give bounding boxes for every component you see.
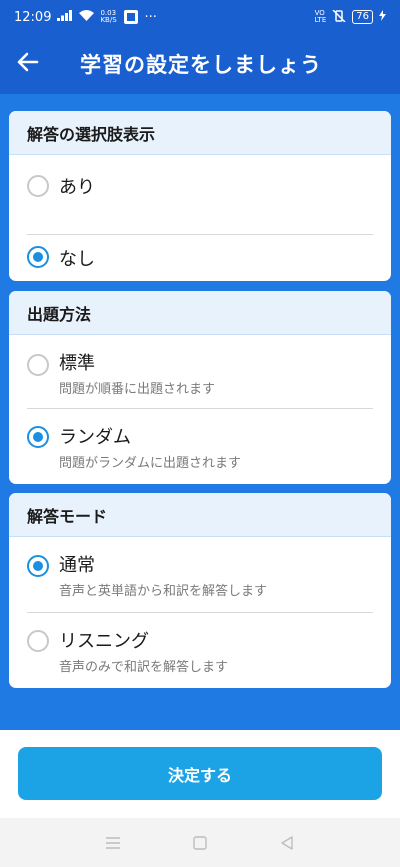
option-label: あり [59, 177, 95, 198]
radio-button-selected[interactable] [27, 426, 49, 448]
option-description: 問題がランダムに出題されます [59, 456, 242, 471]
home-square-icon[interactable] [185, 828, 215, 858]
status-bar: 12:09 0.03 KB/S ··· VO LTE 76 [0, 0, 400, 34]
radio-button[interactable] [27, 354, 49, 376]
question-method-card: 出題方法 標準 問題が順番に出題されます ランダム 問題がランダムに出題されます [9, 291, 391, 484]
menu-icon[interactable] [98, 828, 128, 858]
status-right: VO LTE 76 [314, 8, 386, 25]
option-label: なし [59, 249, 95, 270]
answer-mode-card: 解答モード 通常 音声と英単語から和訳を解答します リスニング 音声のみで和訳を… [9, 493, 391, 688]
option-label: リスニング [59, 631, 149, 652]
option-normal[interactable]: 通常 音声と英単語から和訳を解答します [9, 537, 391, 611]
status-left: 12:09 0.03 KB/S ··· [14, 9, 157, 25]
option-random[interactable]: ランダム 問題がランダムに出題されます [9, 409, 391, 484]
settings-content: 解答の選択肢表示 あり なし 出題方法 標準 問題が順番に出題されます ランダム… [0, 94, 400, 730]
radio-button-selected[interactable] [27, 246, 49, 268]
footer: 決定する [0, 730, 400, 818]
battery-indicator: 76 [352, 10, 373, 24]
back-button[interactable] [0, 34, 56, 94]
option-listening[interactable]: リスニング 音声のみで和訳を解答します [9, 613, 391, 688]
option-standard[interactable]: 標準 問題が順番に出題されます [9, 335, 391, 407]
system-nav-bar [0, 818, 400, 867]
option-description: 音声のみで和訳を解答します [59, 660, 229, 675]
radio-button[interactable] [27, 630, 49, 652]
wifi-icon [79, 9, 95, 25]
status-time: 12:09 [14, 9, 52, 25]
radio-button[interactable] [27, 175, 49, 197]
option-label: 標準 [59, 353, 95, 374]
network-speed: 0.03 KB/S [100, 9, 117, 24]
section-header: 解答の選択肢表示 [9, 111, 391, 155]
radio-button-selected[interactable] [27, 555, 49, 577]
signal-icon [57, 9, 73, 25]
option-description: 問題が順番に出題されます [59, 382, 216, 397]
option-nashi[interactable]: なし [9, 235, 391, 281]
more-notifications: ··· [144, 9, 157, 25]
option-label: 通常 [59, 555, 95, 576]
option-ari[interactable]: あり [9, 155, 391, 217]
section-header: 出題方法 [9, 291, 391, 335]
option-description: 音声と英単語から和訳を解答します [59, 584, 268, 599]
decide-button[interactable]: 決定する [18, 747, 382, 800]
volte-indicator: VO LTE [314, 9, 327, 24]
app-bar: 学習の設定をしましょう [0, 34, 400, 94]
vibrate-mute-icon [332, 8, 346, 25]
page-title: 学習の設定をしましょう [80, 53, 322, 77]
arrow-left-icon [17, 52, 39, 76]
option-label: ランダム [59, 427, 131, 448]
answer-choice-display-card: 解答の選択肢表示 あり なし [9, 111, 391, 281]
section-header: 解答モード [9, 493, 391, 537]
app-notification-icon [124, 10, 139, 24]
charging-icon [379, 10, 386, 24]
back-triangle-icon[interactable] [272, 828, 302, 858]
